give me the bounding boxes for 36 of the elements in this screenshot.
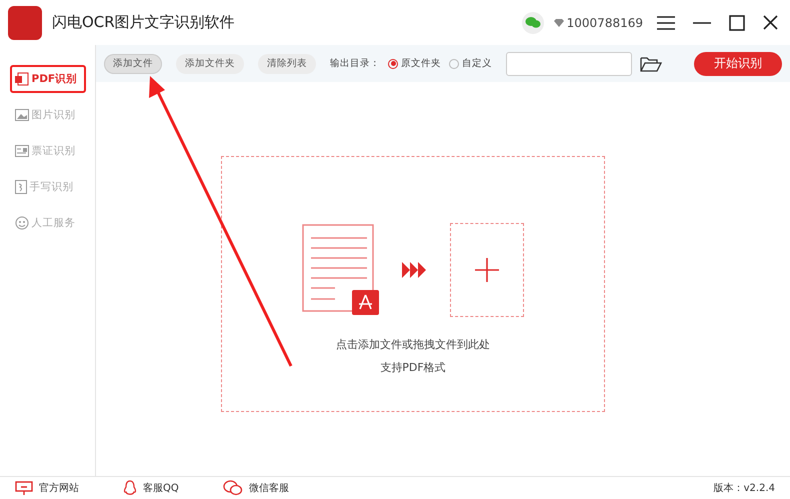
drop-hint: 点击添加文件或拖拽文件到此处 <box>336 337 490 352</box>
radio-option[interactable]: 自定义 <box>449 57 492 70</box>
handwriting-icon <box>14 180 26 194</box>
path-field[interactable] <box>506 52 632 76</box>
image-icon <box>14 109 28 121</box>
account-number: 1000788169 <box>566 16 643 30</box>
drop-zone[interactable]: 点击添加文件或拖拽文件到此处 支持PDF格式 <box>221 156 605 412</box>
triple-arrow-icon <box>402 262 428 278</box>
close-icon[interactable] <box>763 15 778 30</box>
start-button[interactable]: 开始识别 <box>694 52 782 76</box>
monitor-icon <box>15 481 33 495</box>
sidebar-item[interactable]: PDF识别 <box>10 65 86 93</box>
footer-link[interactable]: 客服QQ <box>123 480 179 496</box>
penguin-icon <box>123 480 137 496</box>
wechat-icon[interactable] <box>522 12 544 34</box>
window-title: 闪电OCR图片文字识别软件 <box>52 13 236 32</box>
toolbar-button[interactable]: 清除列表 <box>258 54 316 74</box>
folder-icon[interactable] <box>640 56 662 72</box>
toolbar-button[interactable]: 添加文件夹 <box>176 54 244 74</box>
radio-option[interactable]: 原文件夹 <box>388 57 441 70</box>
version-text: 版本：v2.2.4 <box>714 482 775 495</box>
maximize-icon[interactable] <box>729 14 745 30</box>
footer-link[interactable]: 官方网站 <box>15 481 79 495</box>
format-hint: 支持PDF格式 <box>380 360 446 375</box>
pdf-icon <box>14 72 28 86</box>
menu-icon[interactable] <box>657 16 675 30</box>
chat-bubbles-icon <box>222 480 243 496</box>
smiley-icon <box>14 216 28 230</box>
output-label: 输出目录： <box>330 57 380 70</box>
plus-icon <box>475 258 499 282</box>
toolbar-button[interactable]: 添加文件 <box>104 54 162 74</box>
app-logo <box>8 6 42 40</box>
pdf-document-icon <box>302 224 380 316</box>
diamond-icon <box>554 18 564 26</box>
footer-link[interactable]: 微信客服 <box>222 480 289 496</box>
card-icon <box>14 145 28 157</box>
